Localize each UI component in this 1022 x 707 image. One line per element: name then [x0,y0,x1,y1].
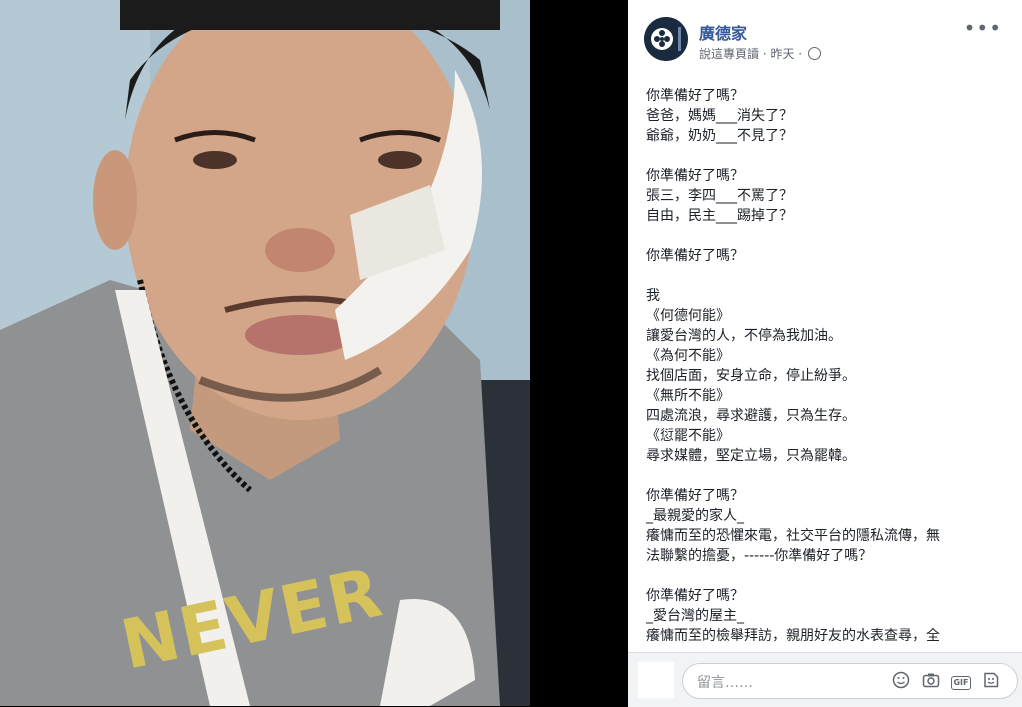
post-line: 你準備好了嗎？ [646,168,744,184]
more-options-icon[interactable]: ••• [964,16,1002,40]
post-line: 大老姓你的愛心行為，你準備好了嗎？ [646,646,1006,648]
comment-input[interactable]: 留言…… GIF [682,663,1018,699]
post-line: 找個店面，安身立命，停止紛爭。 [646,368,856,384]
sticker-icon[interactable] [981,671,1001,691]
post-text: 你準備好了嗎？ 爸爸，媽媽___消失了？ 爺爺，奶奶___不見了？ 你準備好了嗎？ 張三… [646,86,1006,648]
post-meta-text[interactable]: 說這專頁讀 · 昨天 · [699,47,802,61]
post-line: 爺爺，奶奶___不見了？ [646,128,793,144]
page-avatar[interactable] [644,17,688,61]
post-line: 讓愛台灣的人，不停為我加油。 [646,328,842,344]
post-line: _最親愛的家人_ [646,508,744,524]
post-meta: 說這專頁讀 · 昨天 · [699,45,821,62]
post-header: 廣德家 說這專頁讀 · 昨天 · ••• [628,0,1022,76]
post-line: 尋求媒體，堅定立場，只為罷韓。 [646,448,856,464]
comment-bar: 留言…… GIF [628,652,1022,707]
emoji-icon[interactable] [891,671,911,691]
post-line: 你準備好了嗎？ [646,488,744,504]
post-line: 《愆罷不能》 [646,428,730,444]
post-panel: 廣德家 說這專頁讀 · 昨天 · ••• 你準備好了嗎？ 爸爸，媽媽___消失了？… [628,0,1022,707]
post-line: 我 [646,288,660,304]
post-line: 爸爸，媽媽___消失了？ [646,108,793,124]
gif-label: GIF [951,676,971,690]
post-line: 自由，民主___踢掉了？ [646,208,793,224]
post-photo[interactable]: NEVER [0,0,530,706]
post-line: _愛台灣的屋主_ [646,608,744,624]
post-line: 法聯繫的擔憂，------你準備好了嗎？ [646,548,873,564]
camera-icon[interactable] [921,671,941,691]
post-line: 癢慵而至的檢舉拜訪，親朋好友的水表查尋，全 [646,628,940,644]
commenter-avatar [638,662,674,698]
flower-logo-icon [644,17,688,61]
post-line: 你準備好了嗎？ [646,88,744,104]
post-line: 張三，李四___不罵了？ [646,188,793,204]
viewer-gap [530,0,628,706]
globe-icon [807,47,821,60]
post-line: 四處流浪，尋求避護，只為生存。 [646,408,856,424]
gif-icon[interactable]: GIF [951,671,971,691]
post-line: 你準備好了嗎？ [646,248,744,264]
post-line: 癢慵而至的恐懼來電，社交平台的隱私流傳，無 [646,528,940,544]
page-name[interactable]: 廣德家 [699,20,747,44]
post-line: 你準備好了嗎？ [646,588,744,604]
comment-placeholder: 留言…… [697,675,753,691]
post-line: 《無所不能》 [646,388,730,404]
post-line: 《何德何能》 [646,308,730,324]
post-line: 《為何不能》 [646,348,730,364]
